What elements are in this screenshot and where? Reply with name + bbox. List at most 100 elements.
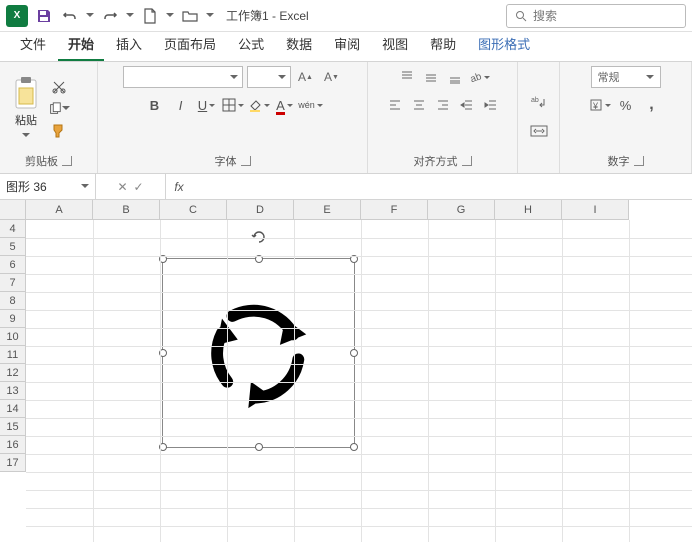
tab-8[interactable]: 帮助 xyxy=(420,28,466,61)
window-title: 工作簿1 - Excel xyxy=(226,7,309,24)
paste-label: 粘贴 xyxy=(15,112,37,128)
tab-2[interactable]: 插入 xyxy=(106,28,152,61)
tab-3[interactable]: 页面布局 xyxy=(154,28,226,61)
col-header-C[interactable]: C xyxy=(160,200,227,220)
open-folder-icon[interactable] xyxy=(180,6,200,26)
col-header-D[interactable]: D xyxy=(227,200,294,220)
align-left-icon[interactable] xyxy=(384,94,406,116)
tab-7[interactable]: 视图 xyxy=(372,28,418,61)
align-middle-icon[interactable] xyxy=(420,66,442,88)
selected-shape[interactable] xyxy=(162,258,355,448)
row-header-13[interactable]: 13 xyxy=(0,382,26,400)
paste-dropdown-icon[interactable] xyxy=(22,133,30,141)
resize-handle-s[interactable] xyxy=(255,443,263,451)
font-size-combo[interactable] xyxy=(247,66,291,88)
paste-button[interactable]: 粘贴 xyxy=(8,76,44,141)
tab-4[interactable]: 公式 xyxy=(228,28,274,61)
align-right-icon[interactable] xyxy=(432,94,454,116)
font-group-label: 字体 xyxy=(215,153,237,169)
undo-icon[interactable] xyxy=(60,6,80,26)
increase-font-icon[interactable]: A▲ xyxy=(295,66,317,88)
tab-0[interactable]: 文件 xyxy=(10,28,56,61)
row-header-8[interactable]: 8 xyxy=(0,292,26,310)
clipboard-icon xyxy=(12,76,40,110)
search-input[interactable]: 搜索 xyxy=(506,4,686,28)
decrease-indent-icon[interactable] xyxy=(456,94,478,116)
italic-button[interactable]: I xyxy=(169,94,193,116)
orientation-icon[interactable]: ab xyxy=(468,66,490,88)
row-header-5[interactable]: 5 xyxy=(0,238,26,256)
font-dialog-launcher-icon[interactable] xyxy=(241,156,251,166)
increase-indent-icon[interactable] xyxy=(480,94,502,116)
tab-5[interactable]: 数据 xyxy=(276,28,322,61)
tab-9[interactable]: 图形格式 xyxy=(468,28,540,61)
fill-color-button[interactable] xyxy=(247,94,271,116)
col-header-A[interactable]: A xyxy=(26,200,93,220)
search-icon xyxy=(515,10,527,22)
svg-text:ab: ab xyxy=(531,97,539,104)
fx-icon[interactable]: fx xyxy=(166,174,192,199)
rotate-handle-icon[interactable] xyxy=(251,229,267,245)
align-center-icon[interactable] xyxy=(408,94,430,116)
font-color-button[interactable]: A xyxy=(273,94,297,116)
clipboard-group-label: 剪贴板 xyxy=(25,153,58,169)
col-header-H[interactable]: H xyxy=(495,200,562,220)
enter-formula-icon[interactable]: ✓ xyxy=(134,180,144,194)
formula-bar-input[interactable] xyxy=(192,174,692,199)
tab-1[interactable]: 开始 xyxy=(58,28,104,61)
row-header-4[interactable]: 4 xyxy=(0,220,26,238)
merge-cells-icon[interactable] xyxy=(528,120,550,142)
align-dialog-launcher-icon[interactable] xyxy=(462,156,472,166)
row-header-16[interactable]: 16 xyxy=(0,436,26,454)
row-header-11[interactable]: 11 xyxy=(0,346,26,364)
new-file-icon[interactable] xyxy=(140,6,160,26)
cut-icon[interactable] xyxy=(48,78,70,96)
align-top-icon[interactable] xyxy=(396,66,418,88)
font-name-combo[interactable] xyxy=(123,66,243,88)
underline-button[interactable]: U xyxy=(195,94,219,116)
resize-handle-se[interactable] xyxy=(350,443,358,451)
undo-dropdown-icon[interactable] xyxy=(86,13,94,21)
phonetic-guide-button[interactable]: wén xyxy=(299,94,323,116)
row-header-10[interactable]: 10 xyxy=(0,328,26,346)
new-file-dropdown-icon[interactable] xyxy=(166,13,174,21)
decrease-font-icon[interactable]: A▼ xyxy=(321,66,343,88)
comma-format-icon[interactable]: , xyxy=(640,94,664,116)
row-header-15[interactable]: 15 xyxy=(0,418,26,436)
resize-handle-e[interactable] xyxy=(350,349,358,357)
align-bottom-icon[interactable] xyxy=(444,66,466,88)
cancel-formula-icon[interactable]: ✕ xyxy=(117,180,127,194)
redo-dropdown-icon[interactable] xyxy=(126,13,134,21)
ribbon-tabs: 文件开始插入页面布局公式数据审阅视图帮助图形格式 xyxy=(0,32,692,62)
wrap-text-icon[interactable]: ab xyxy=(528,92,550,114)
col-header-I[interactable]: I xyxy=(562,200,629,220)
bold-button[interactable]: B xyxy=(143,94,167,116)
save-icon[interactable] xyxy=(34,6,54,26)
number-dialog-launcher-icon[interactable] xyxy=(634,156,644,166)
redo-icon[interactable] xyxy=(100,6,120,26)
clipboard-dialog-launcher-icon[interactable] xyxy=(62,156,72,166)
number-group-label: 数字 xyxy=(608,153,630,169)
row-header-12[interactable]: 12 xyxy=(0,364,26,382)
tab-6[interactable]: 审阅 xyxy=(324,28,370,61)
number-format-combo[interactable]: 常规 xyxy=(591,66,661,88)
format-painter-icon[interactable] xyxy=(48,122,70,140)
copy-icon[interactable] xyxy=(48,100,70,118)
col-header-G[interactable]: G xyxy=(428,200,495,220)
align-group-label: 对齐方式 xyxy=(414,153,458,169)
svg-text:ab: ab xyxy=(468,71,481,84)
row-header-7[interactable]: 7 xyxy=(0,274,26,292)
col-header-F[interactable]: F xyxy=(361,200,428,220)
col-header-B[interactable]: B xyxy=(93,200,160,220)
row-header-6[interactable]: 6 xyxy=(0,256,26,274)
qat-customize-icon[interactable] xyxy=(206,13,214,21)
row-header-9[interactable]: 9 xyxy=(0,310,26,328)
name-box[interactable]: 图形 36 xyxy=(0,174,96,199)
accounting-format-icon[interactable]: ¥ xyxy=(588,94,612,116)
col-header-E[interactable]: E xyxy=(294,200,361,220)
row-header-17[interactable]: 17 xyxy=(0,454,26,472)
row-header-14[interactable]: 14 xyxy=(0,400,26,418)
percent-format-icon[interactable]: % xyxy=(614,94,638,116)
border-button[interactable] xyxy=(221,94,245,116)
select-all-corner[interactable] xyxy=(0,200,26,220)
